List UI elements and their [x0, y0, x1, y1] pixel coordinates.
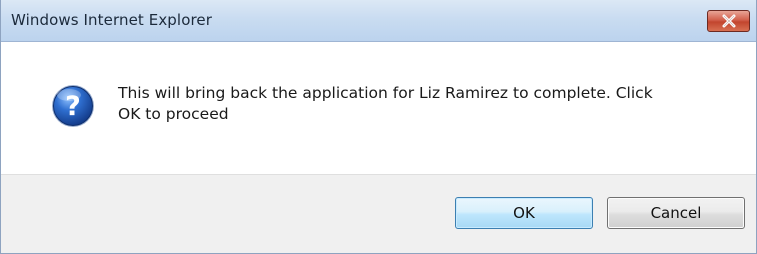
dialog-message: This will bring back the application for…: [118, 83, 718, 125]
dialog-content: ? This will bring back the application f…: [1, 42, 756, 174]
dialog-window: Windows Internet Explorer ? This will br…: [0, 0, 757, 254]
close-icon: [722, 14, 735, 28]
ok-button[interactable]: OK: [455, 197, 593, 229]
message-line-1: This will bring back the application for…: [118, 84, 653, 102]
window-title: Windows Internet Explorer: [11, 11, 213, 29]
cancel-button[interactable]: Cancel: [607, 197, 745, 229]
svg-text:?: ?: [65, 91, 81, 122]
message-line-2: OK to proceed: [118, 105, 229, 123]
title-bar[interactable]: Windows Internet Explorer: [1, 0, 756, 42]
close-button[interactable]: [707, 10, 750, 32]
button-bar: OK Cancel: [1, 174, 756, 253]
question-icon: ?: [52, 85, 94, 127]
